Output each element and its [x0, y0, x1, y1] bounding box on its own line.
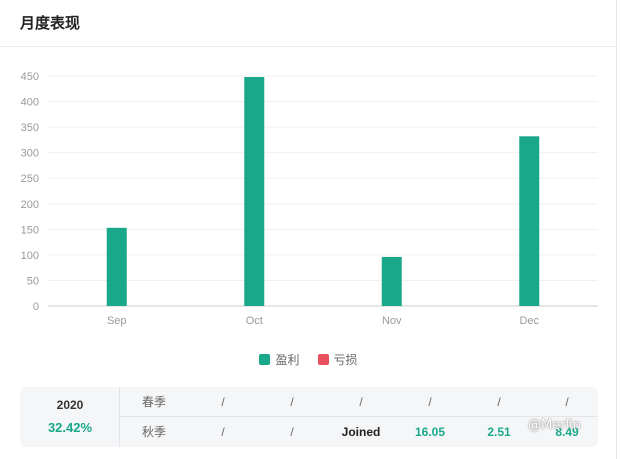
y-tick-label: 250 — [21, 173, 39, 185]
monthly-bar-chart: 0 50 100 150 200 250 300 350 400 450 Sep Oct Nov Dec — [21, 71, 598, 327]
season-value: / — [221, 395, 225, 409]
season-stats-panel: 2020 32.42% 春季 / / / / / / 秋季 / / Joined… — [20, 387, 598, 447]
season-value: / — [428, 395, 432, 409]
season-value-joined: Joined — [341, 425, 381, 439]
season-value: / — [290, 425, 294, 439]
x-axis-ticks: Sep Oct Nov Dec — [107, 315, 540, 327]
legend-label-loss: 亏损 — [333, 353, 358, 367]
y-tick-label: 300 — [21, 148, 39, 160]
legend-swatch-profit — [259, 354, 271, 365]
y-tick-label: 200 — [21, 199, 39, 211]
y-tick-label: 400 — [21, 97, 39, 109]
year-label: 2020 — [56, 398, 84, 412]
year-percent: 32.42% — [47, 420, 93, 435]
legend-label-profit: 盈利 — [275, 353, 300, 367]
season-row-spring: 春季 / / / / / / — [120, 387, 598, 417]
legend-item-loss[interactable]: 亏损 — [317, 351, 358, 368]
x-tick-label: Oct — [246, 315, 263, 327]
season-value: / — [497, 395, 501, 409]
bar-sep[interactable] — [106, 227, 127, 306]
y-tick-label: 450 — [21, 71, 39, 83]
x-tick-label: Dec — [519, 315, 539, 327]
legend-item-profit[interactable]: 盈利 — [259, 351, 300, 368]
season-label: 秋季 — [141, 425, 166, 439]
x-tick-label: Nov — [382, 315, 402, 327]
season-label: 春季 — [141, 395, 166, 409]
card-header: 月度表现 — [0, 0, 617, 47]
bar-oct[interactable] — [244, 77, 265, 307]
season-row-autumn: 秋季 / / Joined 16.05 2.51 8.49 — [120, 417, 598, 447]
x-tick-label: Sep — [107, 315, 127, 327]
season-value: / — [221, 425, 225, 439]
legend-swatch-loss — [317, 354, 329, 365]
bar-dec[interactable] — [519, 136, 540, 306]
chart-legend: 盈利 亏损 — [0, 351, 617, 368]
watermark-text: @Merlin — [528, 418, 582, 433]
y-tick-label: 350 — [21, 122, 39, 134]
year-summary: 2020 32.42% — [20, 387, 120, 447]
grid-lines — [48, 75, 598, 307]
season-value: / — [290, 395, 294, 409]
card-title: 月度表现 — [20, 14, 81, 32]
season-value: 2.51 — [487, 425, 511, 439]
y-axis-ticks: 0 50 100 150 200 250 300 350 400 450 — [21, 71, 39, 313]
y-tick-label: 50 — [27, 275, 39, 287]
bars — [106, 77, 540, 307]
season-value: / — [565, 395, 569, 409]
y-tick-label: 100 — [21, 250, 39, 262]
y-tick-label: 0 — [33, 301, 39, 313]
season-value: / — [359, 395, 363, 409]
bar-nov[interactable] — [381, 256, 402, 306]
y-tick-label: 150 — [21, 224, 39, 236]
monthly-performance-card: 月度表现 0 50 100 150 200 250 300 350 400 450 Sep Oct N… — [0, 0, 617, 459]
season-value: 16.05 — [414, 425, 446, 439]
